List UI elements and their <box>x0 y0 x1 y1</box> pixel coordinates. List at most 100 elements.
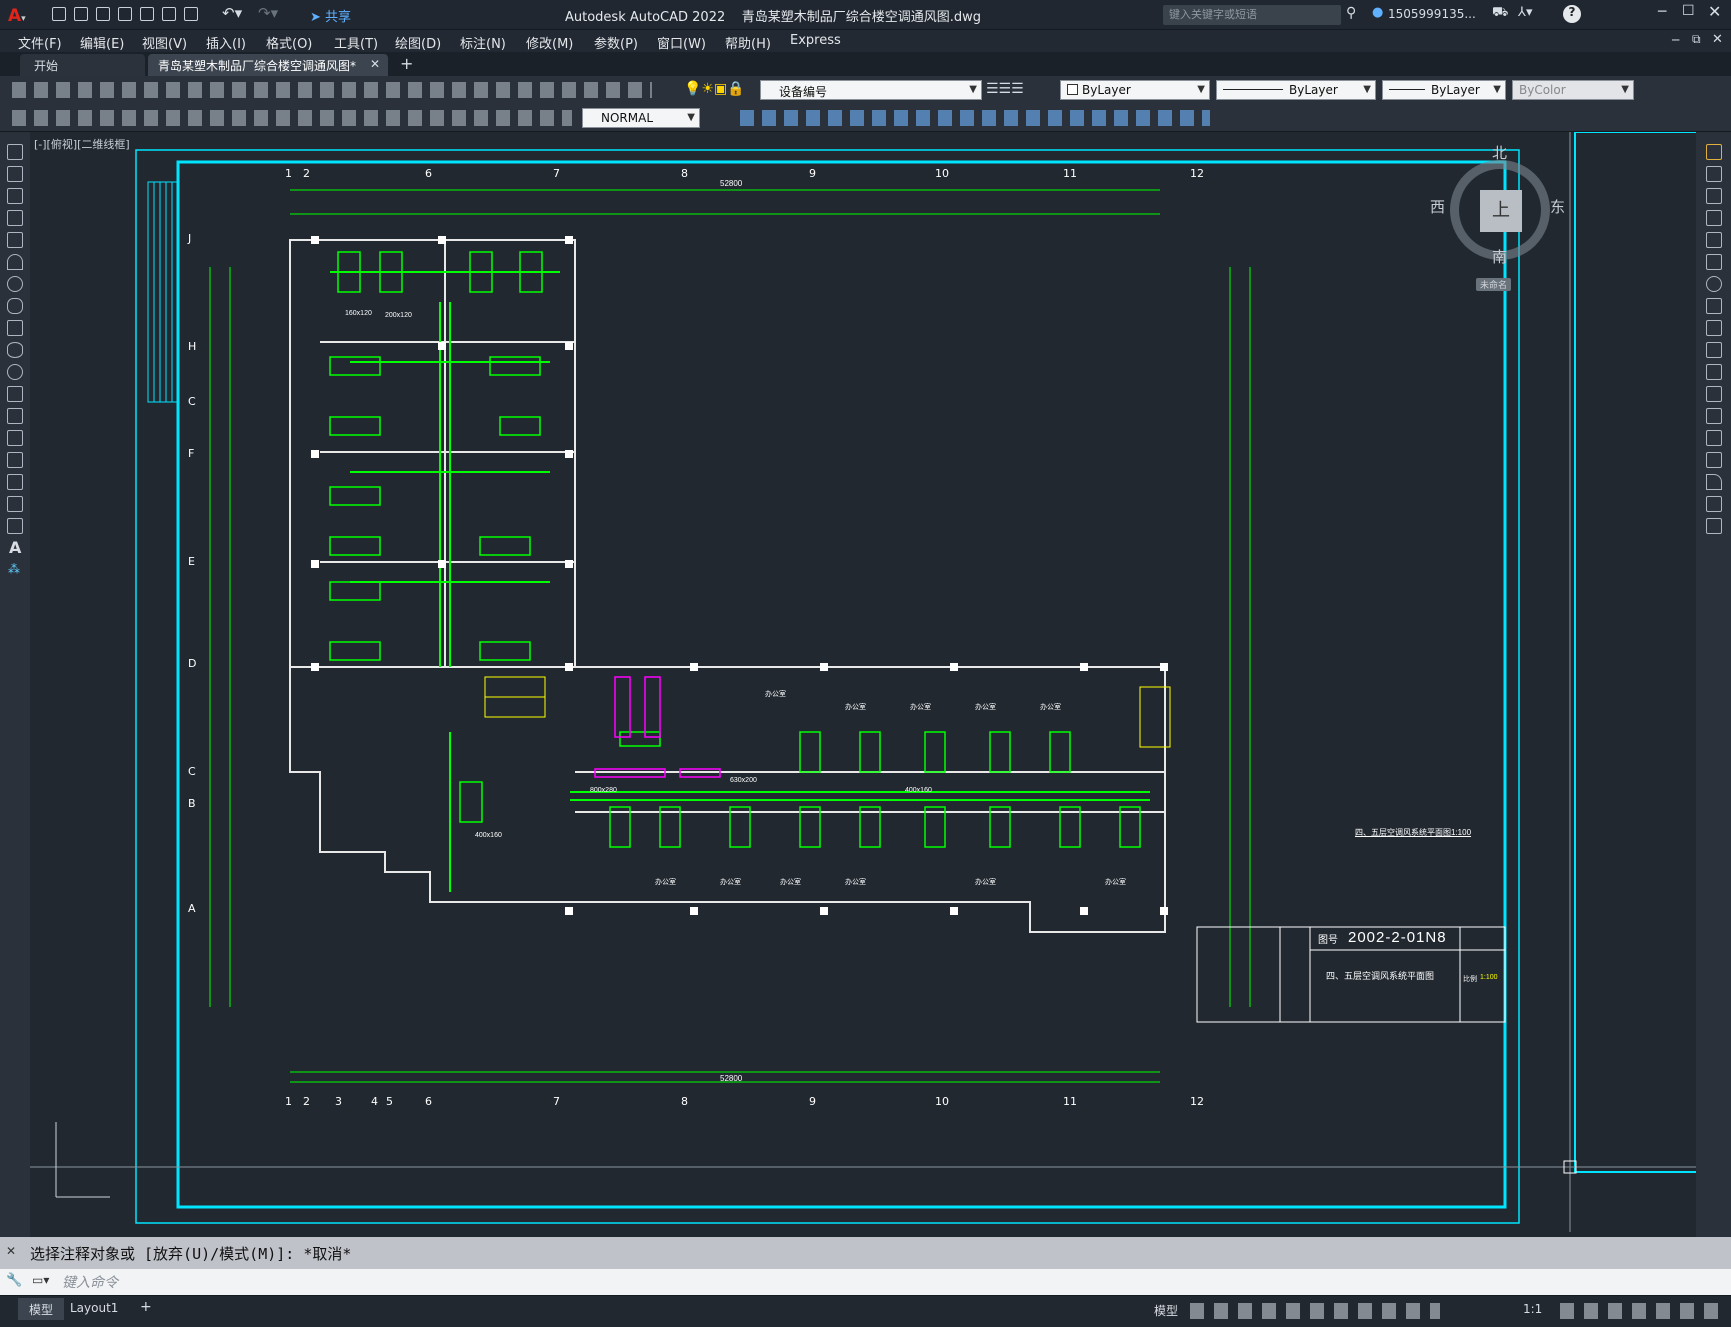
ellipse-icon[interactable] <box>7 342 23 358</box>
command-close-icon[interactable]: ✕ <box>6 1244 16 1258</box>
tab-layout1[interactable]: Layout1 <box>70 1301 118 1316</box>
spline-icon[interactable] <box>7 320 23 336</box>
linetype-dropdown[interactable]: ByLayer ▼ <box>1216 80 1376 100</box>
mtext-icon[interactable]: A <box>9 538 21 557</box>
region-icon[interactable] <box>7 496 23 512</box>
array-icon[interactable] <box>1706 232 1722 248</box>
menu-express[interactable]: Express <box>790 33 841 48</box>
menu-format[interactable]: 格式(O) <box>266 33 312 52</box>
menu-insert[interactable]: 插入(I) <box>206 33 246 52</box>
tab-start[interactable]: 开始 <box>20 54 145 76</box>
extend-icon[interactable] <box>1706 364 1722 380</box>
plotstyle-dropdown[interactable]: ByColor ▼ <box>1512 80 1634 100</box>
line-icon[interactable] <box>7 144 23 160</box>
polygon-icon[interactable] <box>7 210 23 226</box>
layer-dropdown[interactable]: 设备编号 ▼ <box>760 80 982 100</box>
blend-curves-icon[interactable] <box>1706 496 1722 512</box>
add-layout-icon[interactable]: + <box>140 1299 152 1315</box>
erase-icon[interactable] <box>1706 144 1722 160</box>
dimstyle-dropdown[interactable]: NORMAL ▼ <box>582 108 700 128</box>
minimize-icon[interactable]: ─ <box>1658 4 1666 20</box>
offset-icon[interactable] <box>1706 210 1722 226</box>
point-icon[interactable] <box>7 430 23 446</box>
autodesk-app-icon[interactable]: ⅄▾ <box>1518 5 1532 20</box>
viewcube-top-face[interactable]: 上 <box>1480 190 1522 232</box>
model-viewport[interactable]: [-][俯视][二维线框] 52800 52800 160x120 200x12… <box>30 132 1696 1237</box>
construction-line-icon[interactable] <box>7 166 23 182</box>
user-name[interactable]: 1505999135... <box>1388 7 1476 21</box>
doc-minimize-icon[interactable]: ─ <box>1672 33 1679 47</box>
color-dropdown[interactable]: ByLayer ▼ <box>1060 80 1210 100</box>
arc-icon[interactable] <box>7 254 23 270</box>
revcloud-icon[interactable] <box>7 298 23 314</box>
layer-state-icons[interactable]: 💡☀▣🔒 <box>684 81 745 97</box>
undo-icon[interactable]: ↶▾ <box>222 4 242 22</box>
new-tab-icon[interactable]: + <box>400 54 413 73</box>
hatch-icon[interactable] <box>7 452 23 468</box>
doc-restore-icon[interactable]: ⧉ <box>1692 32 1701 47</box>
user-icon[interactable]: ● <box>1372 5 1383 20</box>
command-input[interactable]: 键入命令 <box>62 1272 1702 1292</box>
annotation-scale[interactable]: 1:1 <box>1523 1302 1542 1316</box>
menu-tools[interactable]: 工具(T) <box>334 33 378 52</box>
open-icon[interactable] <box>74 7 88 21</box>
copy-icon[interactable] <box>1706 166 1722 182</box>
share-button[interactable]: ➤ 共享 <box>310 6 351 25</box>
menu-dimension[interactable]: 标注(N) <box>460 33 506 52</box>
join-icon[interactable] <box>1706 430 1722 446</box>
viewcube-south[interactable]: 南 <box>1492 246 1507 267</box>
menu-window[interactable]: 窗口(W) <box>657 33 706 52</box>
table-icon[interactable] <box>7 518 23 534</box>
maximize-icon[interactable]: ☐ <box>1682 3 1695 19</box>
model-space-button[interactable]: 模型 <box>1154 1302 1178 1319</box>
stretch-icon[interactable] <box>1706 320 1722 336</box>
search-input[interactable]: 键入关键字或短语 <box>1163 5 1341 25</box>
tab-active-drawing[interactable]: 青岛某塑木制品厂综合楼空调通风图* ✕ <box>148 54 388 76</box>
viewcube[interactable]: 上 北 南 西 东 未命名 <box>1428 142 1578 292</box>
viewcube-east[interactable]: 东 <box>1550 196 1565 217</box>
rectangle-icon[interactable] <box>7 232 23 248</box>
help-icon[interactable]: ? <box>1563 5 1581 23</box>
menu-file[interactable]: 文件(F) <box>18 33 62 52</box>
tab-close-icon[interactable]: ✕ <box>370 57 380 71</box>
doc-close-icon[interactable]: ✕ <box>1712 32 1723 47</box>
trim-icon[interactable] <box>1706 342 1722 358</box>
mirror-icon[interactable] <box>1706 188 1722 204</box>
redo-icon[interactable]: ↷▾ <box>258 4 278 22</box>
customize-icon[interactable]: 🔧 <box>6 1273 22 1288</box>
layer-tools-icons[interactable]: ☰☰☰ <box>986 81 1024 97</box>
menu-edit[interactable]: 编辑(E) <box>80 33 124 52</box>
autocad-logo-icon[interactable]: A▾ <box>8 6 26 26</box>
break-at-point-icon[interactable] <box>1706 386 1722 402</box>
ellipse-arc-icon[interactable] <box>7 364 23 380</box>
gradient-icon[interactable] <box>7 474 23 490</box>
fillet-icon[interactable] <box>1706 474 1722 490</box>
search-icon[interactable]: ⚲ <box>1346 5 1356 21</box>
viewcube-north[interactable]: 北 <box>1492 142 1507 163</box>
save-icon[interactable] <box>96 7 110 21</box>
menu-parametric[interactable]: 参数(P) <box>594 33 638 52</box>
break-icon[interactable] <box>1706 408 1722 424</box>
menu-help[interactable]: 帮助(H) <box>725 33 771 52</box>
save-as-icon[interactable] <box>118 7 132 21</box>
scale-icon[interactable] <box>1706 298 1722 314</box>
command-prompt-icon[interactable]: ▭▾ <box>32 1273 49 1287</box>
plot-icon[interactable] <box>140 7 154 21</box>
wcs-menu[interactable]: 未命名 <box>1476 278 1512 291</box>
explode-icon[interactable] <box>1706 518 1722 534</box>
tab-model[interactable]: 模型 <box>18 1298 64 1320</box>
cart-icon[interactable]: ⛟ <box>1492 5 1508 22</box>
lineweight-dropdown[interactable]: ByLayer ▼ <box>1382 80 1506 100</box>
menu-modify[interactable]: 修改(M) <box>526 33 573 52</box>
viewcube-west[interactable]: 西 <box>1430 196 1445 217</box>
print-icon[interactable] <box>162 7 176 21</box>
rotate-icon[interactable] <box>1706 276 1722 292</box>
new-icon[interactable] <box>52 7 66 21</box>
polyline-icon[interactable] <box>7 188 23 204</box>
add-selected-icon[interactable]: ⁂ <box>8 562 20 576</box>
circle-icon[interactable] <box>7 276 23 292</box>
menu-draw[interactable]: 绘图(D) <box>395 33 441 52</box>
publish-icon[interactable] <box>184 7 198 21</box>
close-icon[interactable]: ✕ <box>1708 2 1721 21</box>
insert-block-icon[interactable] <box>7 386 23 402</box>
